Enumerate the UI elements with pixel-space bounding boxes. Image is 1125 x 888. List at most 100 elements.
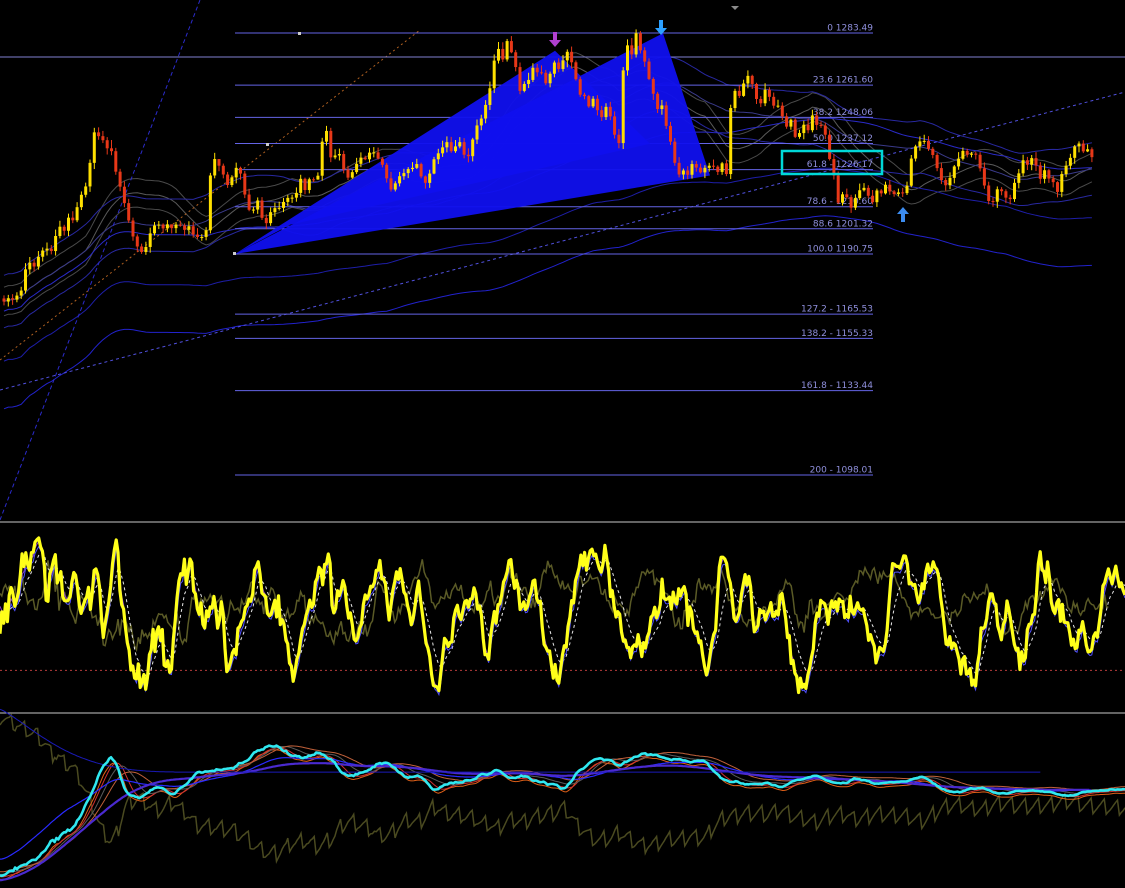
candle-body xyxy=(772,96,776,106)
candle-body xyxy=(742,83,746,96)
candle-body xyxy=(2,298,6,302)
candle-body xyxy=(621,70,625,144)
candle-body xyxy=(492,60,496,89)
candle-body xyxy=(350,172,354,178)
candle-body xyxy=(694,164,698,168)
candle-body xyxy=(806,124,810,131)
candle-body xyxy=(45,248,49,251)
candle-body xyxy=(660,105,664,109)
candle-body xyxy=(1047,170,1051,179)
candle-body xyxy=(226,174,230,186)
candle-body xyxy=(217,159,221,166)
candle-body xyxy=(720,163,724,172)
candle-body xyxy=(501,48,505,60)
candle-body xyxy=(707,165,711,168)
candle-body xyxy=(888,184,892,192)
candle-body xyxy=(1090,149,1094,158)
candle-body xyxy=(479,118,483,126)
candle-body xyxy=(389,178,393,190)
fib-level-label: 78.6 - 1210.60 xyxy=(807,197,873,207)
candle-body xyxy=(122,186,126,204)
candle-body xyxy=(204,230,208,237)
candle-body xyxy=(875,190,879,203)
candle-body xyxy=(557,62,561,69)
candle-body xyxy=(505,41,509,60)
candle-body xyxy=(583,94,586,97)
candle-body xyxy=(677,162,681,175)
candle-body xyxy=(600,110,604,118)
candle-body xyxy=(819,124,823,126)
candle-body xyxy=(767,89,771,97)
candle-body xyxy=(1064,165,1068,175)
candle-body xyxy=(1000,189,1004,192)
candle-body xyxy=(432,159,436,174)
candle-body xyxy=(776,105,780,107)
candle-body xyxy=(626,45,629,71)
candle-body xyxy=(755,83,758,99)
candle-body xyxy=(669,125,672,142)
candle-body xyxy=(565,51,569,61)
candle-body xyxy=(845,194,849,198)
candle-body xyxy=(15,295,19,300)
candle-body xyxy=(11,298,15,300)
candle-body xyxy=(690,164,694,175)
candle-body xyxy=(961,150,965,159)
candle-body xyxy=(561,60,565,69)
candle-body xyxy=(92,132,96,163)
fib-level-label: 200 - 1098.01 xyxy=(810,466,873,476)
candle-body xyxy=(617,134,621,144)
candle-body xyxy=(19,290,23,296)
candle-body xyxy=(200,236,204,238)
candle-body xyxy=(243,173,247,195)
fib-level-label: 127.2 - 1165.53 xyxy=(801,305,873,315)
candle-body xyxy=(974,153,978,155)
candle-body xyxy=(256,200,260,210)
candle-body xyxy=(428,173,432,183)
candle-body xyxy=(591,98,595,107)
candle-body xyxy=(686,170,690,175)
candle-body xyxy=(780,105,784,117)
candle-body xyxy=(445,142,449,148)
candle-body xyxy=(299,178,303,193)
candle-body xyxy=(914,146,918,159)
candle-body xyxy=(411,167,414,170)
candle-body xyxy=(892,191,896,195)
candle-body xyxy=(1077,143,1081,147)
candle-body xyxy=(604,106,608,118)
candle-body xyxy=(359,157,363,164)
candle-body xyxy=(58,226,62,237)
candle-body xyxy=(372,152,376,154)
candle-body xyxy=(24,269,27,291)
candle-body xyxy=(578,79,582,95)
candle-body xyxy=(630,45,634,55)
candle-body xyxy=(1051,178,1055,183)
candle-body xyxy=(178,224,182,226)
candle-body xyxy=(286,197,290,202)
candle-body xyxy=(449,142,453,152)
candle-body xyxy=(140,246,144,252)
candle-body xyxy=(978,154,982,169)
candle-body xyxy=(643,50,647,62)
candle-body xyxy=(62,226,66,231)
candle-body xyxy=(402,173,406,177)
candle-body xyxy=(909,158,913,186)
candle-body xyxy=(475,125,479,140)
candle-body xyxy=(462,142,466,155)
candle-body xyxy=(703,167,707,173)
candle-body xyxy=(183,225,187,230)
candle-body xyxy=(174,224,178,229)
candle-body xyxy=(970,153,973,155)
candle-body xyxy=(1068,157,1072,166)
candle-body xyxy=(380,158,384,165)
candle-body xyxy=(853,198,857,208)
candle-body xyxy=(165,224,169,229)
candle-body xyxy=(828,134,832,160)
candle-body xyxy=(651,78,655,94)
candle-body xyxy=(879,190,883,194)
candle-body xyxy=(544,72,548,84)
candle-body xyxy=(522,83,526,91)
candle-body xyxy=(97,132,101,137)
candle-body xyxy=(239,167,242,174)
trading-chart-window: 0 1283.49 23.6 1261.60 38.2 1248.06 50.0 12… xyxy=(0,0,1125,884)
candle-body xyxy=(815,115,819,125)
